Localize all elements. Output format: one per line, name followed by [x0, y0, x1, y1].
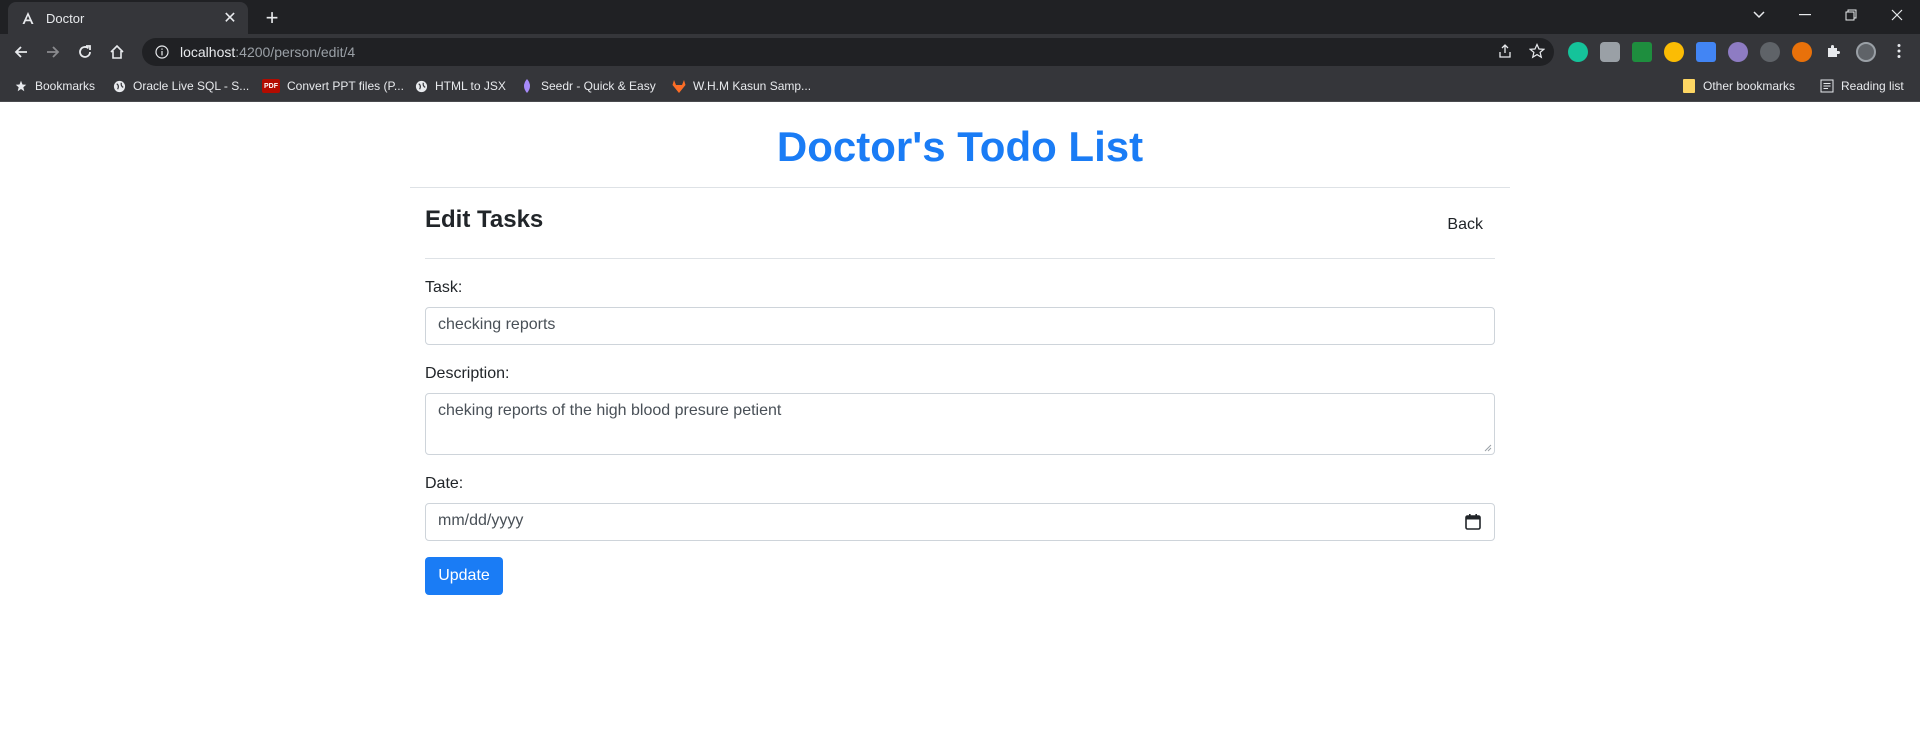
profile-avatar[interactable] [1856, 42, 1876, 62]
translate-icon[interactable] [1696, 42, 1716, 62]
description-textarea[interactable]: cheking reports of the high blood presur… [425, 393, 1495, 455]
camera-icon[interactable] [1600, 42, 1620, 62]
globe-icon [414, 79, 428, 93]
address-bar[interactable]: localhost:4200/person/edit/4 [142, 38, 1554, 66]
seedr-extension-icon[interactable] [1728, 42, 1748, 62]
date-placeholder: mm/dd/yyyy [438, 512, 524, 529]
menu-kebab-icon[interactable] [1888, 40, 1910, 62]
minimize-icon[interactable] [1782, 0, 1828, 30]
seedr-icon [520, 79, 534, 93]
bookmark-label: Bookmarks [35, 79, 96, 93]
forward-arrow-icon[interactable] [40, 39, 66, 65]
page-content: Doctor's Todo List Edit Tasks Back Task:… [0, 103, 1920, 736]
bookmark-label: HTML to JSX [435, 79, 506, 93]
grammarly-icon[interactable] [1568, 42, 1588, 62]
site-title: Doctor's Todo List [776, 123, 1144, 170]
new-tab-button[interactable]: + [260, 5, 284, 30]
description-label: Description: [425, 365, 510, 382]
star-icon [14, 79, 28, 93]
folder-icon [1682, 79, 1696, 93]
other-bookmarks-label: Other bookmarks [1703, 79, 1796, 93]
update-button[interactable]: Update [425, 557, 503, 595]
bookmark-star-icon[interactable] [1526, 40, 1548, 62]
globe-icon [112, 79, 126, 93]
bookmark-label: W.H.M Kasun Samp... [693, 79, 812, 93]
header-divider [425, 258, 1495, 259]
browser-tab[interactable]: Doctor ✕ [8, 2, 248, 34]
close-window-icon[interactable] [1874, 0, 1920, 30]
drive-icon[interactable] [1632, 42, 1652, 62]
page-heading: Edit Tasks [425, 206, 544, 233]
bug-icon[interactable] [1760, 42, 1780, 62]
bookmark-item[interactable]: Seedr - Quick & Easy [520, 76, 656, 96]
url-path: :4200/person/edit/4 [235, 44, 356, 60]
reload-icon[interactable] [72, 39, 98, 65]
url-text: localhost:4200/person/edit/4 [180, 44, 355, 60]
description-text: cheking reports of the high blood presur… [438, 402, 782, 419]
date-input[interactable]: mm/dd/yyyy [425, 503, 1495, 541]
bookmark-label: Oracle Live SQL - S... [133, 79, 250, 93]
bookmark-item[interactable]: HTML to JSX [414, 76, 506, 96]
info-icon[interactable] [154, 44, 170, 60]
other-bookmarks[interactable]: Other bookmarks [1682, 76, 1795, 96]
task-input[interactable]: checking reports [425, 307, 1495, 345]
back-link[interactable]: Back [1447, 216, 1483, 234]
edit-header: Edit Tasks Back [425, 206, 1495, 262]
bookmark-item[interactable]: PDF Convert PPT files (P... [262, 76, 404, 96]
back-arrow-icon[interactable] [8, 39, 34, 65]
bookmark-label: Convert PPT files (P... [287, 79, 404, 93]
tab-title: Doctor [46, 10, 85, 26]
calendar-icon[interactable] [1464, 513, 1482, 531]
browser-toolbar: localhost:4200/person/edit/4 [0, 34, 1920, 70]
angular-icon [20, 10, 36, 26]
bookmark-item[interactable]: Bookmarks [14, 76, 95, 96]
date-label: Date: [425, 475, 464, 492]
restore-icon[interactable] [1828, 0, 1874, 30]
tab-search-icon[interactable] [1736, 0, 1782, 30]
title-divider [410, 187, 1510, 188]
url-host: localhost [180, 44, 236, 60]
home-icon[interactable] [104, 39, 130, 65]
close-tab-icon[interactable]: ✕ [220, 8, 240, 28]
bookmarks-bar: Bookmarks Oracle Live SQL - S... PDF Con… [0, 70, 1920, 102]
extensions-puzzle-icon[interactable] [1822, 40, 1844, 62]
reading-list-icon [1820, 79, 1834, 93]
bookmark-label: Seedr - Quick & Easy [541, 79, 656, 93]
task-label: Task: [425, 279, 463, 296]
gitlab-icon [672, 79, 686, 93]
reading-list-label: Reading list [1841, 79, 1904, 93]
reading-list[interactable]: Reading list [1820, 76, 1904, 96]
bookmark-item[interactable]: W.H.M Kasun Samp... [672, 76, 811, 96]
cookie-icon[interactable] [1792, 42, 1812, 62]
share-icon[interactable] [1494, 40, 1516, 62]
bookmark-item[interactable]: Oracle Live SQL - S... [112, 76, 249, 96]
browser-tab-strip: Doctor ✕ + [0, 0, 1920, 34]
resize-handle-icon[interactable] [1484, 444, 1492, 452]
colorful-extension-icon[interactable] [1664, 42, 1684, 62]
pdf-icon: PDF [262, 79, 280, 93]
